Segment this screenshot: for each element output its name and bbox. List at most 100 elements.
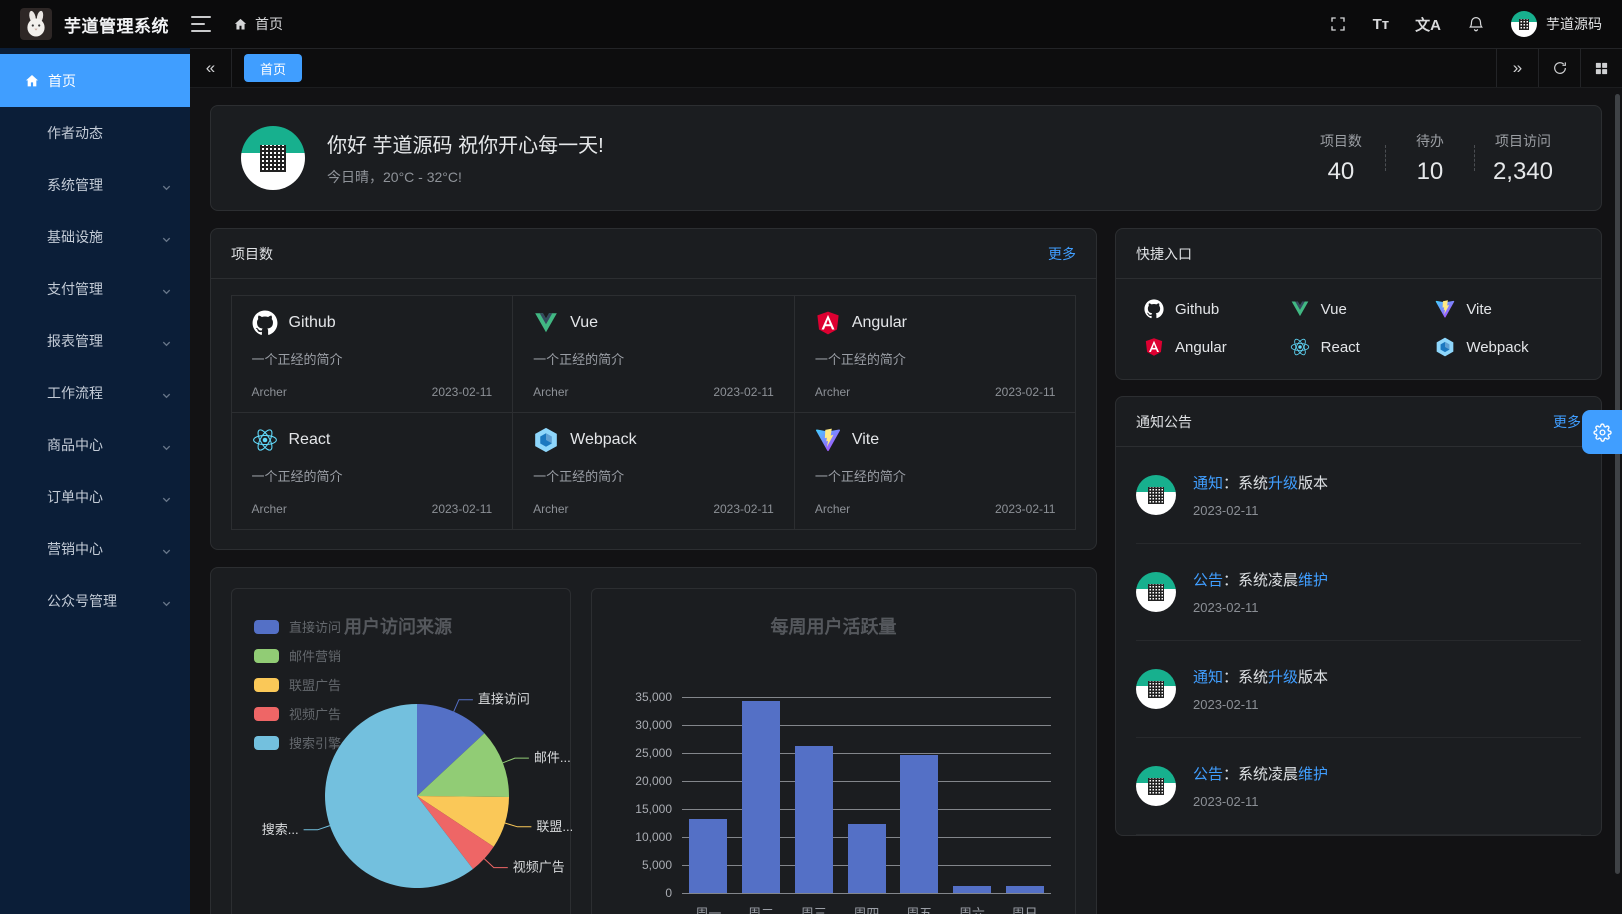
notice-title: 公告：系统凌晨维护 [1193,569,1328,590]
locale-button[interactable]: 文A [1415,14,1441,35]
bar-周六[interactable] [953,886,991,893]
theme-settings-button[interactable] [1582,410,1622,454]
sidebar-item-menu-7[interactable]: 商品中心 [0,419,190,471]
sidebar-item-menu-8[interactable]: 订单中心 [0,471,190,523]
pie-callout-line [505,823,532,827]
user-name: 芋道源码 [1546,14,1602,34]
project-author: Archer [815,502,850,516]
notice-item[interactable]: 通知：系统升级版本2023-02-11 [1136,641,1581,738]
rabbit-logo-icon [20,8,52,40]
stat-item: 待办 10 [1386,131,1474,186]
refresh-icon [1552,60,1568,76]
sidebar-item-menu-4[interactable]: 支付管理 [0,263,190,315]
shortcut-react[interactable]: React [1290,337,1436,357]
project-name: Github [289,314,336,332]
pie-callout-label: 直接访问 [478,692,530,707]
vertical-scrollbar[interactable] [1615,94,1620,874]
sidebar-item-label: 基础设施 [47,227,103,247]
x-axis-tick-label: 周六 [946,903,999,914]
notice-item[interactable]: 公告：系统凌晨维护2023-02-11 [1136,544,1581,641]
chevron-down-icon [161,440,172,451]
bar-周日[interactable] [1006,886,1044,893]
shortcut-angular[interactable]: Angular [1144,337,1290,357]
sidebar-item-menu-2[interactable]: 系统管理 [0,159,190,211]
refresh-button[interactable] [1538,49,1580,87]
bar-gridline [682,893,1051,894]
notice-date: 2023-02-11 [1193,503,1328,518]
notice-item[interactable]: 通知：系统升级版本2023-02-11 [1136,447,1581,544]
angular-icon [1144,337,1164,357]
tabs-scroll-left-button[interactable]: « [190,49,232,87]
project-tile-github[interactable]: Github一个正经的简介Archer2023-02-11 [231,295,514,413]
chevron-down-icon [161,544,172,555]
project-date: 2023-02-11 [713,385,774,399]
shortcut-label: Vite [1466,301,1492,318]
stat-value: 40 [1315,158,1367,186]
shortcut-github[interactable]: Github [1144,299,1290,319]
stat-label: 项目访问 [1493,131,1553,151]
notices-card: 通知公告 更多 通知：系统升级版本2023-02-11公告：系统凌晨维护2023… [1115,396,1602,836]
project-tile-webpack[interactable]: Webpack一个正经的简介Archer2023-02-11 [512,412,795,530]
project-tile-angular[interactable]: Angular一个正经的简介Archer2023-02-11 [794,295,1077,413]
sidebar-item-menu-9[interactable]: 营销中心 [0,523,190,575]
shortcut-webpack[interactable]: Webpack [1435,337,1581,357]
pie-callout-line [503,758,529,763]
sidebar-item-menu-6[interactable]: 工作流程 [0,367,190,419]
project-author: Archer [533,385,568,399]
menu-fold-icon[interactable] [191,16,211,32]
fullscreen-button[interactable] [1329,15,1347,33]
sidebar-item-label: 首页 [48,71,76,91]
shortcut-vite[interactable]: Vite [1435,299,1581,319]
project-desc: 一个正经的简介 [533,466,774,485]
project-desc: 一个正经的简介 [815,466,1056,485]
react-icon [252,427,278,453]
sidebar-item-menu-1[interactable]: 作者动态 [0,107,190,159]
tab-首页[interactable]: 首页 [244,54,302,82]
tabs-grid-button[interactable] [1580,49,1622,87]
shortcut-vue[interactable]: Vue [1290,299,1436,319]
sidebar-item-menu-5[interactable]: 报表管理 [0,315,190,367]
vite-icon [815,427,841,453]
bar-周二[interactable] [742,701,780,893]
pie-chart-user-visit-source[interactable]: 直接访问邮件营销联盟广告视频广告搜索引擎 用户访问来源 直接访问邮件...联盟.… [231,588,571,914]
project-desc: 一个正经的简介 [533,349,774,368]
grid-icon [1594,61,1609,76]
y-axis-tick-label: 0 [592,886,672,900]
sidebar-item-menu-3[interactable]: 基础设施 [0,211,190,263]
x-axis-tick-label: 周日 [998,903,1051,914]
project-tile-react[interactable]: React一个正经的简介Archer2023-02-11 [231,412,514,530]
project-tile-vue[interactable]: Vue一个正经的简介Archer2023-02-11 [512,295,795,413]
tabs-scroll-right-button[interactable]: » [1496,49,1538,87]
shortcuts-card: 快捷入口 GithubVueViteAngularReactWebpack [1115,228,1602,380]
project-author: Archer [533,502,568,516]
bar-周四[interactable] [848,824,886,893]
vue-icon [533,310,559,336]
bar-chart-title: 每周用户活跃量 [592,613,1075,639]
breadcrumb[interactable]: 首页 [233,14,283,34]
bar-周三[interactable] [795,746,833,893]
fullscreen-icon [1329,15,1347,33]
pie-callout-label: 邮件... [534,750,571,765]
user-menu[interactable]: 芋道源码 [1511,11,1602,37]
notification-bell-button[interactable] [1467,15,1485,33]
react-icon [1290,337,1310,357]
pie-callout-label: 联盟... [536,819,572,834]
notices-more-link[interactable]: 更多 [1553,412,1581,432]
notice-item[interactable]: 公告：系统凌晨维护2023-02-11 [1136,738,1581,835]
stat-value: 10 [1404,158,1456,186]
font-size-button[interactable]: Tт [1373,16,1390,33]
projects-more-link[interactable]: 更多 [1048,244,1076,264]
stat-value: 2,340 [1493,158,1553,186]
bar-chart-weekly-active-users[interactable]: 每周用户活跃量 05,00010,00015,00020,00025,00030… [591,588,1076,914]
sidebar-item-label: 商品中心 [47,435,103,455]
github-icon [1144,299,1164,319]
bar-周五[interactable] [900,755,938,893]
sidebar-item-home[interactable]: 首页 [0,54,190,107]
x-axis-tick-label: 周三 [787,903,840,914]
chevron-down-icon [161,492,172,503]
sidebar-item-menu-10[interactable]: 公众号管理 [0,575,190,627]
project-tile-vite[interactable]: Vite一个正经的简介Archer2023-02-11 [794,412,1077,530]
sidebar-item-label: 订单中心 [47,487,103,507]
bar-周一[interactable] [689,819,727,893]
vue-icon [1290,299,1310,319]
